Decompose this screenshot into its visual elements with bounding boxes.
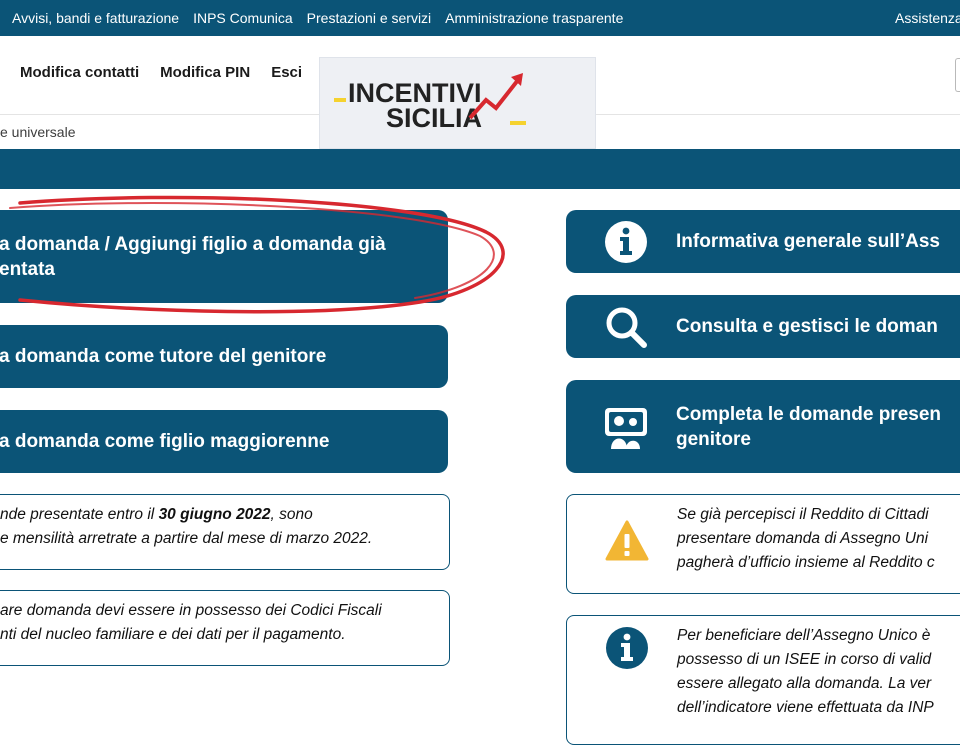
new-application-label-line2: entata <box>0 258 55 280</box>
manage-applications-label: Consulta e gestisci le doman <box>676 316 938 337</box>
user-menu-links: Modifica contatti Modifica PIN Esci <box>20 64 323 81</box>
complete-applications-label-line2: genitore <box>676 428 751 450</box>
info-icon <box>605 220 647 263</box>
nav-link-inps-comunica[interactable]: INPS Comunica <box>193 10 293 26</box>
page-header-band <box>0 149 960 189</box>
nav-link-avvisi[interactable]: Avvisi, bandi e fatturazione <box>12 10 179 26</box>
top-nav-links: Avvisi, bandi e fatturazione INPS Comuni… <box>12 0 637 36</box>
complete-applications-button[interactable]: Completa le domande presen genitore <box>566 380 960 473</box>
search-input[interactable] <box>955 58 960 92</box>
manage-applications-button[interactable]: Consulta e gestisci le doman <box>566 295 960 358</box>
adult-child-application-button[interactable]: a domanda come figlio maggiorenne <box>0 410 448 473</box>
new-application-button[interactable]: a domanda / Aggiungi figlio a domanda gi… <box>0 210 448 303</box>
note-citizenship-income: Se già percepisci il Reddito di Cittadi … <box>566 494 960 594</box>
guardian-application-label: a domanda come tutore del genitore <box>0 346 327 367</box>
general-info-label: Informativa generale sull’Ass <box>676 231 940 252</box>
note-isee-line1: Per beneficiare dell’Assegno Unico è <box>677 627 931 644</box>
note-arrears-line2: e mensilità arretrate a partire dal mese… <box>0 530 373 547</box>
search-icon <box>606 307 647 348</box>
note-isee-line3: essere allegato alla domanda. La ver <box>677 675 932 692</box>
top-navigation-bar: Avvisi, bandi e fatturazione INPS Comuni… <box>0 0 960 36</box>
new-application-label-line1: a domanda / Aggiungi figlio a domanda gi… <box>0 233 386 255</box>
nav-link-prestazioni[interactable]: Prestazioni e servizi <box>307 10 432 26</box>
note-arrears-deadline: 30 giugno 2022 <box>158 506 271 523</box>
note-arrears-text-post: , sono <box>270 506 313 523</box>
edit-pin-link[interactable]: Modifica PIN <box>160 64 250 81</box>
note-isee: Per beneficiare dell’Assegno Unico è pos… <box>566 615 960 745</box>
note-requirements-line1: are domanda devi essere in possesso dei … <box>0 602 382 619</box>
note-requirements-line2: nti del nucleo familiare e dei dati per … <box>0 626 346 643</box>
warning-icon <box>605 520 649 561</box>
note-citizenship-line2: presentare domanda di Assegno Uni <box>677 530 929 547</box>
adult-child-application-label: a domanda come figlio maggiorenne <box>0 431 330 452</box>
complete-applications-label: Completa le domande presen genitore <box>676 402 941 452</box>
guardian-application-button[interactable]: a domanda come tutore del genitore <box>0 325 448 388</box>
logo-text-sicilia: SICILIA <box>386 103 482 133</box>
nav-link-amministrazione[interactable]: Amministrazione trasparente <box>445 10 623 26</box>
note-isee-line4: dell’indicatore viene effettuata da INP <box>677 699 934 716</box>
parent-child-icon <box>605 407 647 449</box>
note-arrears-line1: nde presentate entro il 30 giugno 2022, … <box>0 503 449 527</box>
note-citizenship-line1: Se già percepisci il Reddito di Cittadi <box>677 506 929 523</box>
breadcrumb-current: e universale <box>0 124 76 140</box>
complete-applications-label-line1: Completa le domande presen <box>676 403 942 425</box>
info-icon <box>606 627 648 669</box>
edit-contacts-link[interactable]: Modifica contatti <box>20 64 139 81</box>
note-arrears-text-pre: nde presentate entro il <box>0 506 159 523</box>
note-arrears: nde presentate entro il 30 giugno 2022, … <box>0 494 450 570</box>
nav-link-assistenza[interactable]: Assistenza <box>895 0 960 36</box>
note-isee-line2: possesso di un ISEE in corso di valid <box>677 651 932 668</box>
note-requirements: are domanda devi essere in possesso dei … <box>0 590 450 666</box>
note-citizenship-line3: pagherà d’ufficio insieme al Reddito c <box>677 554 935 571</box>
general-info-button[interactable]: Informativa generale sull’Ass <box>566 210 960 273</box>
incentivi-sicilia-logo: INCENTIVI SICILIA <box>320 58 595 148</box>
new-application-label: a domanda / Aggiungi figlio a domanda gi… <box>0 232 386 282</box>
logout-link[interactable]: Esci <box>271 64 302 81</box>
